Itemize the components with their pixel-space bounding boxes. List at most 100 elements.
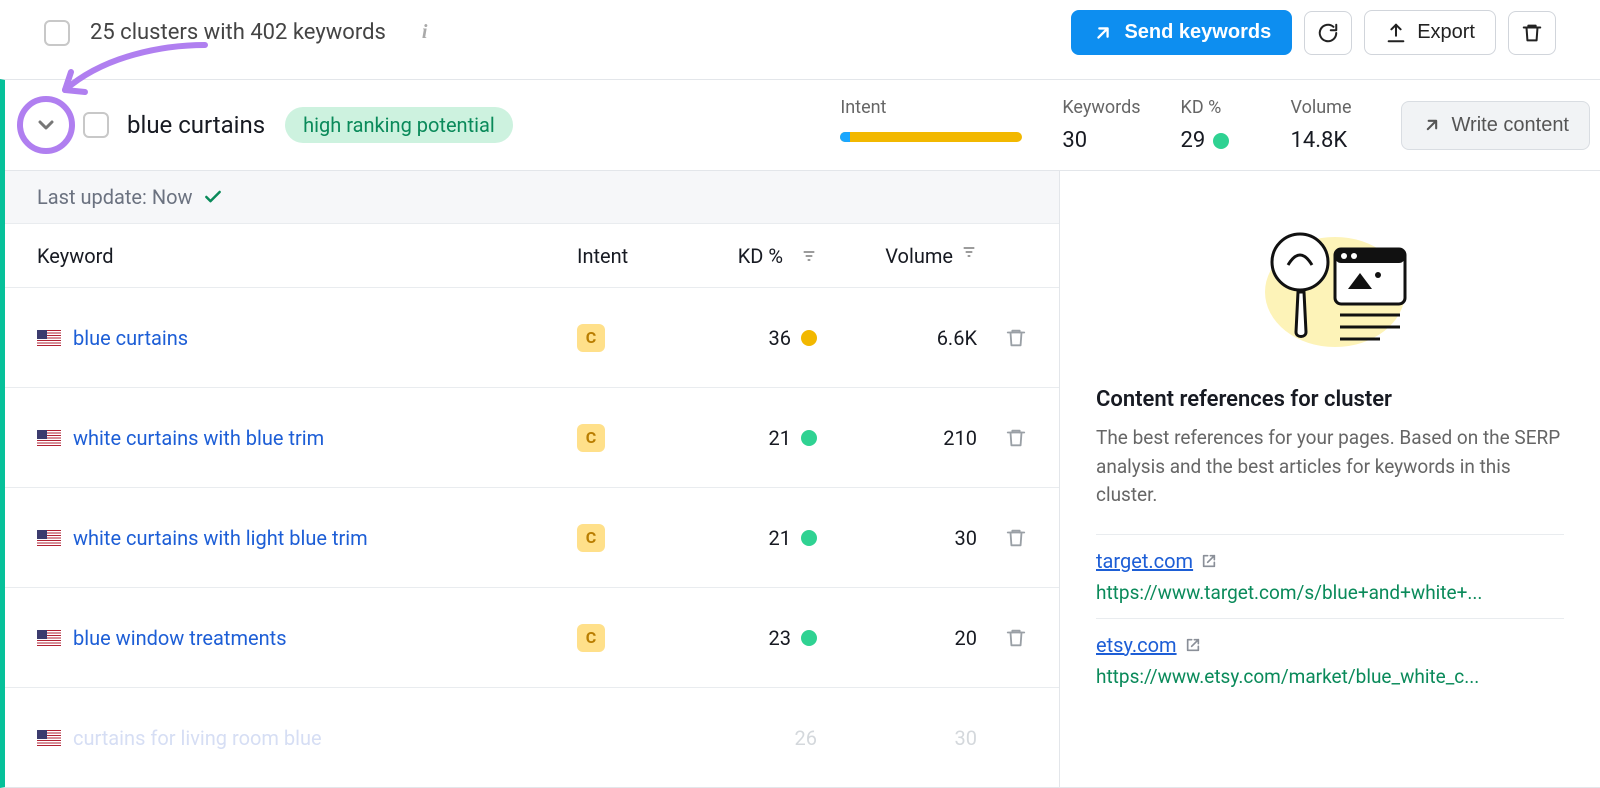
trash-icon[interactable] bbox=[1005, 527, 1027, 549]
intent-chip: C bbox=[577, 624, 605, 652]
intent-cell: C bbox=[577, 524, 667, 552]
intent-chip: C bbox=[577, 524, 605, 552]
cluster-body: Last update: Now Keyword Intent KD % Vol… bbox=[5, 170, 1600, 787]
select-all-checkbox[interactable] bbox=[44, 20, 70, 46]
reference-item: etsy.com https://www.etsy.com/market/blu… bbox=[1096, 618, 1564, 702]
check-icon bbox=[203, 187, 223, 207]
kd-dot-icon bbox=[801, 630, 817, 646]
delete-cell bbox=[977, 527, 1027, 549]
keyword-cell: blue curtains bbox=[37, 326, 577, 350]
keyword-link[interactable]: white curtains with light blue trim bbox=[73, 526, 368, 550]
volume-cell: 210 bbox=[817, 426, 977, 450]
write-content-button[interactable]: Write content bbox=[1401, 101, 1590, 150]
top-bar: 25 clusters with 402 keywords i Send key… bbox=[0, 0, 1600, 79]
keyword-cell: blue window treatments bbox=[37, 626, 577, 650]
intent-cell: C bbox=[577, 324, 667, 352]
col-intent[interactable]: Intent bbox=[577, 244, 667, 268]
us-flag-icon bbox=[37, 330, 61, 346]
references-illustration bbox=[1096, 207, 1564, 357]
us-flag-icon bbox=[37, 730, 61, 746]
us-flag-icon bbox=[37, 530, 61, 546]
refresh-button[interactable] bbox=[1304, 11, 1352, 55]
trash-icon[interactable] bbox=[1005, 327, 1027, 349]
table-row: white curtains with blue trim C 21 210 bbox=[5, 387, 1059, 487]
export-label: Export bbox=[1417, 21, 1475, 44]
us-flag-icon bbox=[37, 630, 61, 646]
trash-icon[interactable] bbox=[1005, 427, 1027, 449]
sort-icon bbox=[961, 244, 977, 260]
references-description: The best references for your pages. Base… bbox=[1096, 424, 1564, 510]
external-link-icon bbox=[1201, 553, 1217, 569]
cluster-header: blue curtains high ranking potential Int… bbox=[5, 80, 1600, 170]
export-button[interactable]: Export bbox=[1364, 10, 1496, 55]
table-row: blue curtains C 36 6.6K bbox=[5, 287, 1059, 387]
table-row: blue window treatments C 23 20 bbox=[5, 587, 1059, 687]
us-flag-icon bbox=[37, 430, 61, 446]
stat-keywords-label: Keywords bbox=[1062, 97, 1140, 118]
keyword-cell: white curtains with light blue trim bbox=[37, 526, 577, 550]
cluster-summary: 25 clusters with 402 keywords bbox=[90, 20, 386, 45]
stat-volume: Volume 14.8K bbox=[1271, 97, 1381, 153]
intent-cell: C bbox=[577, 424, 667, 452]
cluster-checkbox[interactable] bbox=[83, 112, 109, 138]
intent-chip: C bbox=[577, 424, 605, 452]
col-keyword[interactable]: Keyword bbox=[37, 244, 577, 268]
col-kd[interactable]: KD % bbox=[667, 244, 817, 268]
kd-dot-icon bbox=[801, 430, 817, 446]
delete-all-button[interactable] bbox=[1508, 11, 1556, 55]
keyword-table: Last update: Now Keyword Intent KD % Vol… bbox=[5, 171, 1060, 787]
send-keywords-button[interactable]: Send keywords bbox=[1071, 10, 1292, 55]
stat-kd-label: KD % bbox=[1181, 97, 1251, 118]
last-update-label: Last update: Now bbox=[37, 185, 193, 209]
stat-volume-label: Volume bbox=[1291, 97, 1361, 118]
external-link-icon bbox=[1185, 637, 1201, 653]
trash-icon bbox=[1521, 22, 1543, 44]
cluster-stats: Intent Keywords 30 KD % 29 Volume 14.8K bbox=[820, 97, 1380, 153]
info-icon[interactable]: i bbox=[422, 21, 428, 44]
keyword-link[interactable]: blue curtains bbox=[73, 326, 188, 350]
chevron-down-icon bbox=[34, 113, 58, 137]
top-left: 25 clusters with 402 keywords i bbox=[44, 20, 427, 46]
delete-cell bbox=[977, 327, 1027, 349]
reference-url: https://www.etsy.com/market/blue_white_c… bbox=[1096, 665, 1564, 688]
arrow-right-icon bbox=[1092, 22, 1114, 44]
col-volume[interactable]: Volume bbox=[817, 244, 977, 268]
kd-dot-icon bbox=[801, 530, 817, 546]
stat-keywords-value: 30 bbox=[1062, 128, 1140, 153]
table-row: curtains for living room blue 26 30 bbox=[5, 687, 1059, 787]
intent-chip: C bbox=[577, 324, 605, 352]
arrow-right-icon bbox=[1422, 115, 1442, 135]
volume-cell: 30 bbox=[817, 726, 977, 750]
table-row: white curtains with light blue trim C 21… bbox=[5, 487, 1059, 587]
keyword-link[interactable]: white curtains with blue trim bbox=[73, 426, 324, 450]
keyword-cell: white curtains with blue trim bbox=[37, 426, 577, 450]
references-title: Content references for cluster bbox=[1096, 387, 1564, 412]
kd-cell: 21 bbox=[667, 426, 817, 450]
refresh-icon bbox=[1317, 22, 1339, 44]
reference-url: https://www.target.com/s/blue+and+white+… bbox=[1096, 581, 1564, 604]
last-update-row: Last update: Now bbox=[5, 171, 1059, 223]
stat-intent: Intent bbox=[820, 97, 1042, 153]
stat-kd-value: 29 bbox=[1181, 128, 1251, 153]
stat-intent-label: Intent bbox=[840, 97, 1022, 118]
send-keywords-label: Send keywords bbox=[1124, 21, 1271, 44]
cluster-panel: blue curtains high ranking potential Int… bbox=[0, 79, 1600, 788]
sort-icon bbox=[801, 248, 817, 264]
expand-toggle[interactable] bbox=[17, 96, 75, 154]
trash-icon[interactable] bbox=[1005, 627, 1027, 649]
reference-domain-link[interactable]: etsy.com bbox=[1096, 633, 1201, 657]
kd-cell: 36 bbox=[667, 326, 817, 350]
keyword-link[interactable]: blue window treatments bbox=[73, 626, 287, 650]
delete-cell bbox=[977, 627, 1027, 649]
upload-icon bbox=[1385, 22, 1407, 44]
kd-dot-icon bbox=[801, 330, 817, 346]
reference-domain-link[interactable]: target.com bbox=[1096, 549, 1217, 573]
reference-item: target.com https://www.target.com/s/blue… bbox=[1096, 534, 1564, 618]
keyword-link[interactable]: curtains for living room blue bbox=[73, 726, 322, 750]
kd-dot-icon bbox=[1213, 133, 1229, 149]
write-content-label: Write content bbox=[1452, 114, 1569, 137]
delete-cell bbox=[977, 427, 1027, 449]
cluster-title: blue curtains bbox=[127, 111, 265, 139]
stat-keywords: Keywords 30 bbox=[1042, 97, 1160, 153]
stat-kd: KD % 29 bbox=[1161, 97, 1271, 153]
